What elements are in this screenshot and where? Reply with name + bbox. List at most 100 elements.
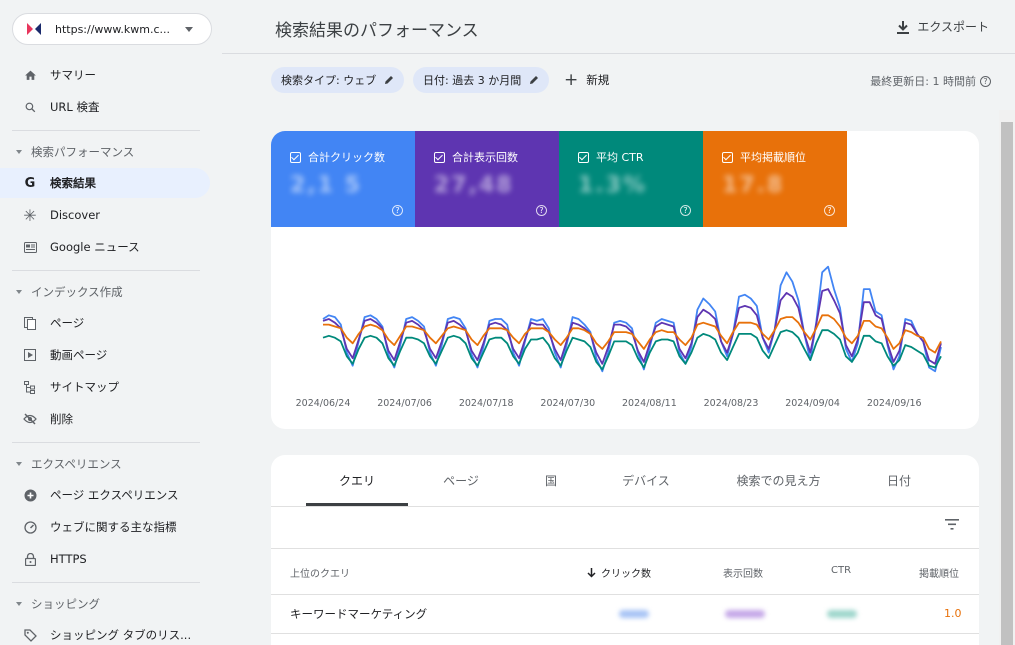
chip-label: 検索タイプ: ウェブ [281,74,377,87]
sidebar-item-label: 動画ページ [50,348,108,362]
divider [271,594,979,595]
pages-icon [22,315,38,331]
filter-chip-search-type[interactable]: 検索タイプ: ウェブ [271,67,405,93]
checkbox-icon [290,151,301,163]
x-tick-label: 2024/09/04 [785,398,840,409]
sidebar-item-page-experience[interactable]: ページ エクスペリエンス [0,480,210,510]
metric-label: 合計クリック数 [308,151,385,164]
checkbox-icon [578,151,589,163]
metric-total-impressions[interactable]: 合計表示回数 27,48 ? [415,131,559,227]
sidebar-item-discover[interactable]: ✳ Discover [0,200,210,230]
tab-devices[interactable]: デバイス [606,455,686,506]
google-g-icon: G [24,175,36,191]
new-label: 新規 [586,73,610,87]
checkbox-icon [722,151,733,163]
metric-value-redacted: 2,1 5 [290,173,362,198]
sidebar-item-label: ページ [50,316,85,330]
help-icon[interactable]: ? [824,205,835,216]
page-title: 検索結果のパフォーマンス [275,21,479,41]
sidebar-item-sitemaps[interactable]: サイトマップ [0,372,210,402]
filter-icon[interactable] [945,519,959,530]
tab-queries[interactable]: クエリ [306,455,408,506]
chevron-down-icon [185,26,193,32]
help-icon[interactable]: ? [392,205,403,216]
search-icon [22,99,38,115]
data-table-card: クエリ ページ 国 デバイス 検索での見え方 日付 上位のクエリ クリック数 表… [271,455,979,645]
metric-average-position[interactable]: 平均掲載順位 17.8 ? [703,131,847,227]
news-icon [22,239,38,255]
last-updated: 最終更新日: 1 時間前 ? [870,73,991,89]
section-search-performance[interactable]: 検索パフォーマンス [16,144,134,160]
arrow-down-icon [587,567,596,578]
help-icon[interactable]: ? [536,205,547,216]
sidebar-item-label: ショッピング タブのリス... [50,628,192,642]
column-header-clicks[interactable]: クリック数 [587,565,651,580]
export-button[interactable]: エクスポート [897,18,989,35]
sidebar-item-summary[interactable]: サマリー [0,60,210,90]
column-header-ctr[interactable]: CTR [831,565,851,576]
tab-search-appearance[interactable]: 検索での見え方 [721,455,836,506]
sitemap-icon [22,379,38,395]
metric-average-ctr[interactable]: 平均 CTR 1.3% ? [559,131,703,227]
sidebar-item-url-inspection[interactable]: URL 検査 [0,92,210,122]
sidebar-item-core-web-vitals[interactable]: ウェブに関する主な指標 [0,512,210,542]
metric-value-redacted: 1.3% [578,173,648,198]
plus-circle-icon [22,487,38,503]
tab-countries[interactable]: 国 [521,455,581,506]
position-cell: 1.0 [944,607,962,620]
divider [12,582,200,583]
metric-total-clicks[interactable]: 合計クリック数 2,1 5 ? [271,131,415,227]
checkbox-icon [434,151,445,163]
section-experience[interactable]: エクスペリエンス [16,456,122,472]
sidebar-item-label: サマリー [50,68,96,82]
help-icon[interactable]: ? [680,205,691,216]
sidebar-item-google-news[interactable]: Google ニュース [0,232,210,262]
query-cell[interactable]: キーワードマーケティング [290,606,427,622]
filter-chip-date[interactable]: 日付: 過去 3 か月間 [413,67,550,93]
property-selector[interactable]: https://www.kwm.c... [12,13,212,45]
sidebar-item-removals[interactable]: 削除 [0,404,210,434]
scrollbar-thumb[interactable] [1001,122,1013,645]
plus-icon: + [564,70,579,90]
column-header-impressions[interactable]: 表示回数 [723,565,763,580]
section-indexing[interactable]: インデックス作成 [16,284,123,300]
scrollbar[interactable] [999,110,1015,645]
download-icon [897,20,910,34]
performance-chart: 2024/06/24 2024/07/06 2024/07/18 2024/07/30… [296,265,942,409]
sidebar-item-label: ページ エクスペリエンス [50,488,179,502]
x-tick-label: 2024/06/24 [296,398,351,409]
sidebar-item-label: 削除 [50,412,73,426]
add-filter-button[interactable]: + 新規 [564,70,609,90]
metric-label: 合計表示回数 [452,151,518,164]
redacted-clicks [619,610,649,618]
sidebar-item-https[interactable]: HTTPS [0,544,210,574]
tag-icon [22,627,38,643]
page-header: 検索結果のパフォーマンス エクスポート [222,0,1015,54]
collapse-icon [16,602,22,606]
section-title: 検索パフォーマンス [31,145,135,159]
gauge-icon [22,519,38,535]
sidebar-item-pages[interactable]: ページ [0,308,210,338]
column-header-position[interactable]: 掲載順位 [919,565,959,580]
sidebar-item-search-results[interactable]: G 検索結果 [0,168,210,198]
column-header-query[interactable]: 上位のクエリ [290,565,350,580]
help-icon[interactable]: ? [980,75,991,87]
section-shopping[interactable]: ショッピング [16,596,100,612]
metric-label: 平均掲載順位 [740,151,806,164]
sidebar-item-label: URL 検査 [50,100,100,114]
last-updated-text: 最終更新日: 1 時間前 [870,75,976,88]
collapse-icon [16,150,22,154]
x-tick-label: 2024/08/11 [622,398,677,409]
divider [12,442,200,443]
x-tick-label: 2024/07/30 [540,398,595,409]
lock-icon [22,551,38,567]
collapse-icon [16,462,22,466]
collapse-icon [16,290,22,294]
sidebar-item-shopping-tab[interactable]: ショッピング タブのリス... [0,620,210,645]
sidebar: https://www.kwm.c... サマリー URL 検査 検索パフォーマ… [0,0,222,645]
sidebar-item-video-pages[interactable]: 動画ページ [0,340,210,370]
pencil-icon [530,76,539,84]
sidebar-item-label: サイトマップ [50,380,119,394]
tab-dates[interactable]: 日付 [871,455,927,506]
tab-pages[interactable]: ページ [421,455,501,506]
